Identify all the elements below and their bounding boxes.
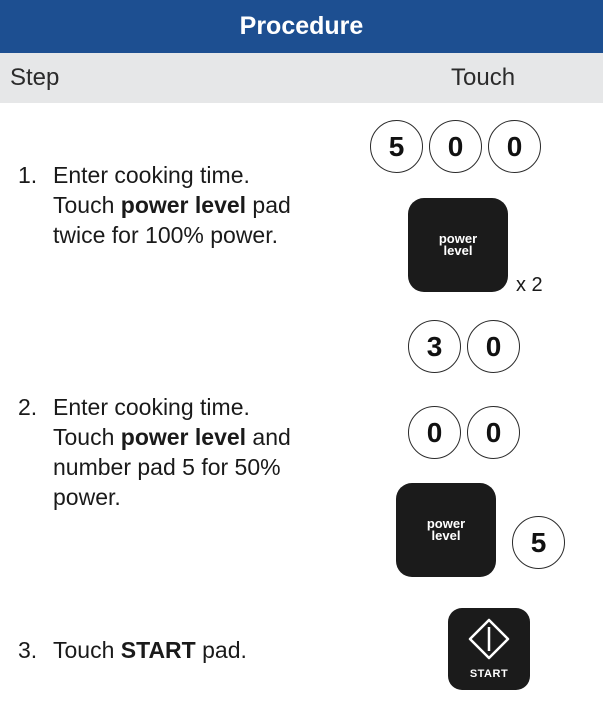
digit-pad-0[interactable]: 0 [467,320,520,373]
step-1-number: 1. [18,162,38,188]
digit-pad-0[interactable]: 0 [429,120,482,173]
step-2-line-2: Touch power level and [53,424,291,450]
digit-pad-5[interactable]: 5 [512,516,565,569]
digit-pad-5[interactable]: 5 [370,120,423,173]
power-level-pad[interactable]: power level [396,483,496,577]
step-2-bold-power-level: power level [120,424,247,450]
step-3-bold-start: START [120,637,196,663]
step-1-bold-power-level: power level [120,192,247,218]
column-step-label: Step [10,64,60,91]
power-level-pad-label: power level [426,516,466,543]
step-2-line-1: Enter cooking time. [53,394,250,420]
step-1-line-3: twice for 100% power. [53,222,279,248]
digit-pad-3[interactable]: 3 [408,320,461,373]
step-1-line-1: Enter cooking time. [53,162,250,188]
column-touch-label: Touch [451,64,516,91]
step-3-number: 3. [18,637,38,663]
step-2-number: 2. [18,394,38,420]
step-2-line-4: power. [53,484,121,510]
digit-pad-0[interactable]: 0 [408,406,461,459]
digit-pad-0[interactable]: 0 [467,406,520,459]
digit-pad-0[interactable]: 0 [488,120,541,173]
start-diamond-icon [468,618,510,660]
repeat-count-label: x 2 [516,274,543,296]
step-2-line-3: number pad 5 for 50% [53,454,281,480]
start-pad-label: START [469,668,509,680]
start-pad[interactable]: START [448,608,530,690]
procedure-title: Procedure [239,12,364,40]
power-level-pad-label: power level [438,231,478,258]
power-level-pad[interactable]: power level [408,198,508,292]
step-3-line-1: Touch START pad. [53,637,247,663]
procedure-header: Procedure [0,0,603,53]
column-header-row: Step Touch [0,53,603,103]
step-1-line-2: Touch power level pad [53,192,291,218]
